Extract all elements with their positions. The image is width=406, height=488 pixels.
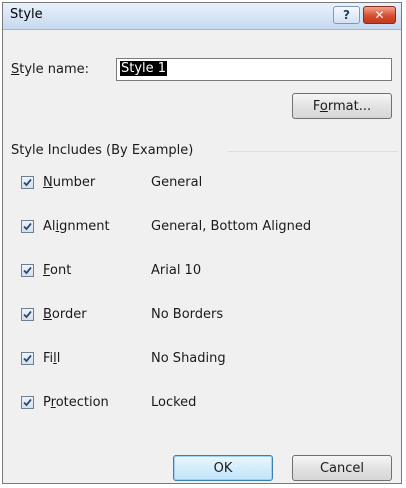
option-value: Arial 10	[151, 263, 202, 278]
group-title: Style Includes (By Example)	[11, 143, 194, 158]
option-label[interactable]: Border	[43, 307, 87, 322]
dialog-title: Style	[10, 7, 43, 22]
format-button[interactable]: Format...	[292, 93, 392, 119]
cancel-button-label: Cancel	[319, 460, 365, 476]
ok-button[interactable]: OK	[173, 455, 273, 481]
checkmark-icon	[23, 310, 32, 319]
close-icon: ✕	[374, 8, 385, 22]
option-checkbox[interactable]	[21, 352, 34, 365]
checkmark-icon	[23, 178, 32, 187]
option-checkbox[interactable]	[21, 220, 34, 233]
style-name-label: Style name:	[11, 62, 90, 77]
checkmark-icon	[23, 222, 32, 231]
option-label[interactable]: Fill	[43, 351, 60, 366]
option-checkbox[interactable]	[21, 308, 34, 321]
ok-button-label: OK	[213, 460, 233, 476]
option-label[interactable]: Protection	[43, 395, 109, 410]
checkmark-icon	[23, 266, 32, 275]
option-label[interactable]: Alignment	[43, 219, 110, 234]
checkmark-icon	[23, 398, 32, 407]
format-button-label: Format...	[312, 98, 372, 114]
option-checkbox[interactable]	[21, 176, 34, 189]
option-value: No Borders	[151, 307, 224, 322]
option-checkbox[interactable]	[21, 264, 34, 277]
group-divider	[228, 151, 398, 152]
cancel-button[interactable]: Cancel	[292, 455, 392, 481]
style-name-input[interactable]: Style 1	[116, 58, 392, 81]
option-label[interactable]: Number	[43, 175, 95, 190]
title-bar[interactable]: Style ? ✕	[3, 3, 401, 30]
checkmark-icon	[23, 354, 32, 363]
style-name-value: Style 1	[120, 61, 168, 76]
help-button[interactable]: ?	[333, 6, 360, 24]
option-value: Locked	[151, 395, 197, 410]
close-button[interactable]: ✕	[363, 6, 396, 24]
option-label[interactable]: Font	[43, 263, 71, 278]
option-value: General, Bottom Aligned	[151, 219, 312, 234]
option-value: No Shading	[151, 351, 226, 366]
option-value: General	[151, 175, 203, 190]
help-icon: ?	[343, 8, 350, 22]
option-checkbox[interactable]	[21, 396, 34, 409]
style-dialog: Style ? ✕ Style name: Style 1 Format... …	[2, 2, 402, 484]
